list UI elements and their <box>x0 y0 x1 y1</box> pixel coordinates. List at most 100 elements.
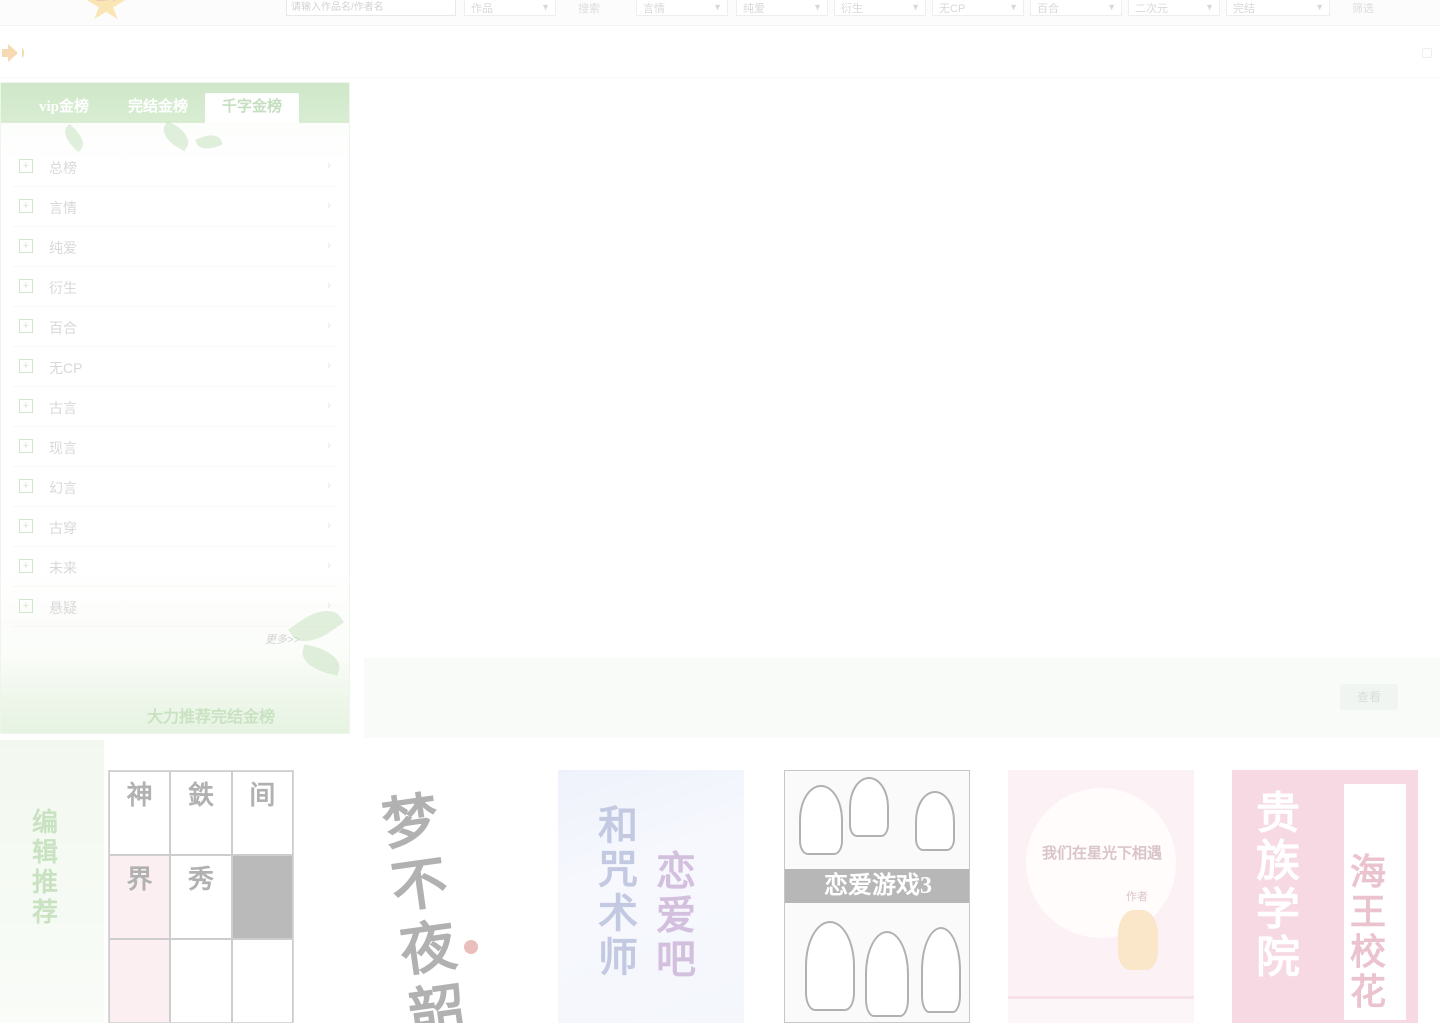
chevron-down-icon: ▼ <box>541 2 550 12</box>
tab-wordcount-rank[interactable]: 千字金榜 <box>205 93 299 123</box>
nav-select-tag[interactable]: 百合 ▼ <box>1030 0 1122 16</box>
sign-in-logo[interactable]: 签到 <box>72 0 142 24</box>
ranking-item[interactable]: + 纯爱 › <box>13 227 335 267</box>
cover-title-cell: 秀 <box>170 855 232 939</box>
banner-view-button[interactable]: 查看 <box>1340 684 1398 710</box>
tab-finished-rank[interactable]: 完结金榜 <box>113 93 203 123</box>
cover-title: 和咒术师 <box>598 803 638 980</box>
nav-select-era[interactable]: 无CP ▼ <box>932 0 1024 16</box>
search-input[interactable] <box>286 0 456 16</box>
chevron-right-icon: › <box>327 518 331 532</box>
character-illustration <box>805 921 855 1011</box>
ranking-item-label: 百合 <box>49 320 77 336</box>
logo-badge: 签到 <box>94 0 118 3</box>
plus-icon: + <box>19 439 33 453</box>
ranking-item-label: 无CP <box>49 360 83 376</box>
ranking-item[interactable]: + 言情 › <box>13 187 335 227</box>
book-cover[interactable]: 贵族学院 海王校花 <box>1232 770 1418 1023</box>
cover-art-cell <box>109 939 171 1022</box>
cover-title-cell: 界 <box>109 855 171 939</box>
chevron-right-icon: › <box>327 358 331 372</box>
plus-icon: + <box>19 559 33 573</box>
page-root: 签到 作品 ▼ 搜索 言情 ▼ 纯爱 ▼ 衍生 ▼ 无CP ▼ 百合 ▼ 二次元 <box>0 0 1440 1023</box>
chevron-down-icon: ▼ <box>1009 2 1018 12</box>
cover-title: 梦不夜韶 <box>378 788 470 1023</box>
nav-select-status[interactable]: 完结 ▼ <box>1226 0 1330 16</box>
ranking-item-label: 衍生 <box>49 280 77 296</box>
cover-base <box>1008 996 1194 1023</box>
ranking-footer[interactable]: 大力推荐完结金榜 <box>147 703 275 727</box>
ranking-item[interactable]: + 未来 › <box>13 547 335 587</box>
speaker-icon <box>2 44 24 62</box>
ranking-item[interactable]: + 现言 › <box>13 427 335 467</box>
chevron-right-icon: › <box>327 398 331 412</box>
ranking-item[interactable]: + 悬疑 › <box>13 587 335 627</box>
nav-select-label: 作品 <box>471 3 493 15</box>
plus-icon: + <box>19 359 33 373</box>
plus-icon: + <box>19 399 33 413</box>
nav-select-label: 二次元 <box>1135 3 1168 15</box>
nav-select-perspective[interactable]: 衍生 ▼ <box>834 0 926 16</box>
nav-search-link[interactable]: 搜索 <box>578 0 600 16</box>
cover-title: 贵族学院 <box>1256 789 1300 982</box>
chevron-right-icon: › <box>327 478 331 492</box>
chevron-down-icon: ▼ <box>813 2 822 12</box>
book-cover[interactable]: 梦不夜韶 <box>330 770 516 1023</box>
book-cover[interactable]: 神 鉄 间 界 秀 <box>108 770 294 1023</box>
cover-title-cell: 鉄 <box>170 771 232 855</box>
main-banner[interactable] <box>356 86 1440 652</box>
book-cover[interactable]: 我们在星光下相遇 作者 <box>1008 770 1194 1023</box>
ranking-item[interactable]: + 幻言 › <box>13 467 335 507</box>
ranking-item[interactable]: + 无CP › <box>13 347 335 387</box>
book-cover[interactable]: 和咒术师 恋爱吧 <box>558 770 744 1023</box>
character-illustration <box>799 785 843 855</box>
cover-art-cell <box>231 855 293 939</box>
top-nav-bar: 签到 作品 ▼ 搜索 言情 ▼ 纯爱 ▼ 衍生 ▼ 无CP ▼ 百合 ▼ 二次元 <box>0 0 1440 26</box>
ranking-item-label: 未来 <box>49 560 77 576</box>
close-icon[interactable] <box>1422 48 1432 58</box>
nav-filter-link[interactable]: 筛选 <box>1352 0 1374 16</box>
nav-select-genre[interactable]: 言情 ▼ <box>636 0 728 16</box>
nav-select-label: 无CP <box>939 3 966 15</box>
nav-select-label: 衍生 <box>841 3 863 15</box>
nav-select-style2[interactable]: 二次元 ▼ <box>1128 0 1220 16</box>
moon-illustration <box>1026 788 1176 938</box>
announcement-bar <box>0 30 1440 78</box>
cover-author: 作者 <box>1126 891 1148 903</box>
ranking-item[interactable]: + 百合 › <box>13 307 335 347</box>
ranking-tabs: vip金榜 完结金榜 千字金榜 <box>1 83 349 123</box>
ranking-panel: vip金榜 完结金榜 千字金榜 + 总榜 › + 言情 › + 纯爱 › + 衍生 › + 百合 ›… <box>0 82 350 734</box>
ranking-list: + 总榜 › + 言情 › + 纯爱 › + 衍生 › + 百合 › + 无CP › + 古言 › + 现言 ›… <box>13 147 335 627</box>
plus-icon: + <box>19 319 33 333</box>
ranking-item[interactable]: + 总榜 › <box>13 147 335 187</box>
star-icon <box>86 0 126 19</box>
chevron-down-icon: ▼ <box>911 2 920 12</box>
chevron-down-icon: ▼ <box>713 2 722 12</box>
ranking-item[interactable]: + 衍生 › <box>13 267 335 307</box>
book-cover[interactable]: 恋爱游戏3 <box>784 770 970 1023</box>
nav-select-label: 纯爱 <box>743 3 765 15</box>
cover-subtitle: 恋爱吧 <box>656 849 696 982</box>
chevron-right-icon: › <box>327 198 331 212</box>
plus-icon: + <box>19 159 33 173</box>
ranking-item-label: 现言 <box>49 440 77 456</box>
cover-subtitle: 海王校花 <box>1350 852 1387 1012</box>
ranking-item[interactable]: + 古言 › <box>13 387 335 427</box>
nav-select-style[interactable]: 纯爱 ▼ <box>736 0 828 16</box>
chevron-right-icon: › <box>327 438 331 452</box>
character-illustration <box>915 791 955 851</box>
chevron-right-icon: › <box>327 158 331 172</box>
plus-icon: + <box>19 279 33 293</box>
plus-icon: + <box>19 199 33 213</box>
plus-icon: + <box>19 479 33 493</box>
chevron-down-icon: ▼ <box>1107 2 1116 12</box>
ranking-item-label: 言情 <box>49 200 77 216</box>
tab-vip-rank[interactable]: vip金榜 <box>19 93 109 123</box>
chevron-right-icon: › <box>327 278 331 292</box>
character-illustration <box>849 777 889 837</box>
nav-select-label: 百合 <box>1037 3 1059 15</box>
nav-select-type[interactable]: 作品 ▼ <box>464 0 556 16</box>
chevron-right-icon: › <box>327 318 331 332</box>
fox-illustration <box>1118 910 1158 970</box>
ranking-item[interactable]: + 古穿 › <box>13 507 335 547</box>
